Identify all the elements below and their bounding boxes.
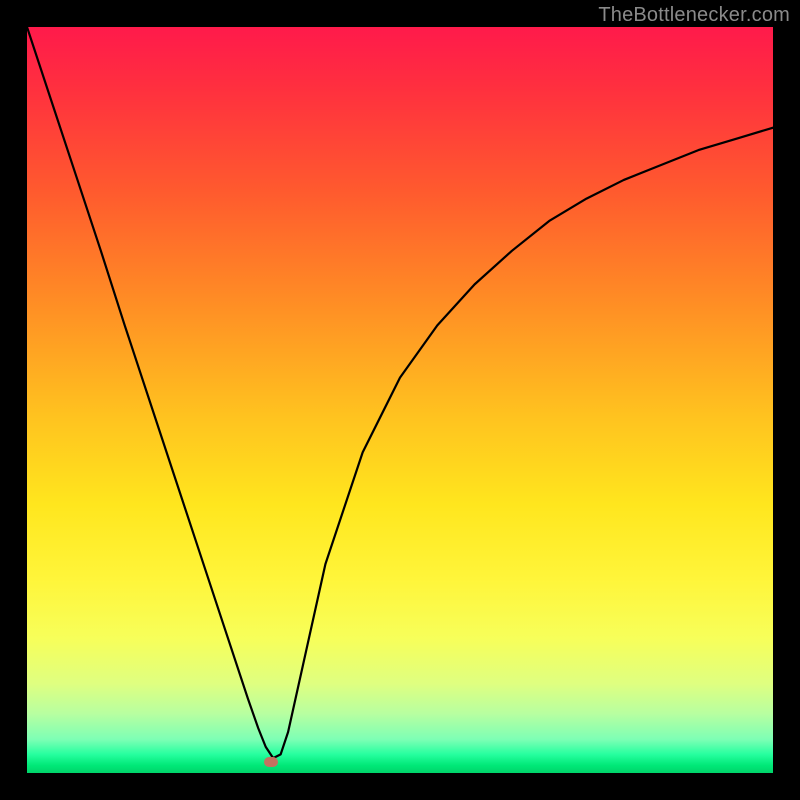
chart-frame: TheBottlenecker.com <box>0 0 800 800</box>
plot-area <box>27 27 773 773</box>
watermark-text: TheBottlenecker.com <box>598 4 790 27</box>
minimum-marker <box>264 757 278 767</box>
bottleneck-curve <box>27 27 773 773</box>
